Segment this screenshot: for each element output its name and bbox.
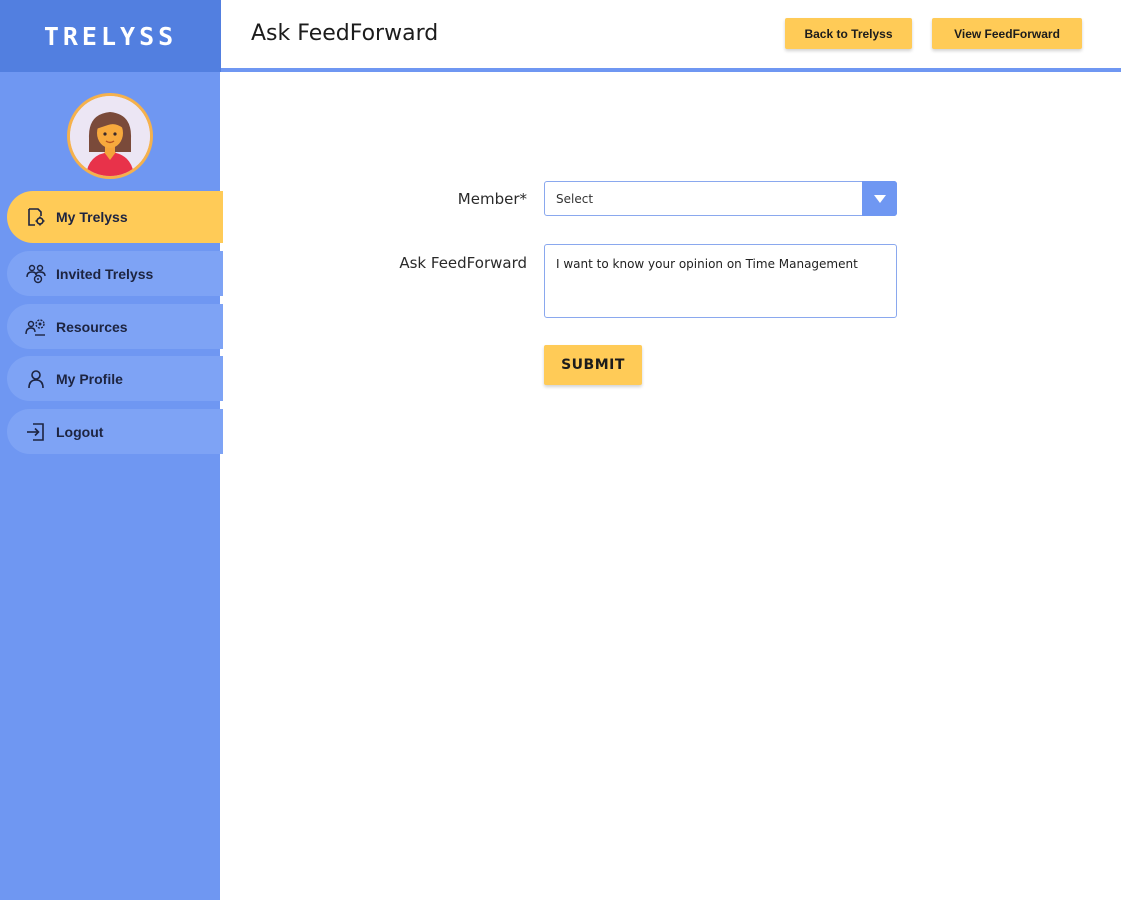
page-title: Ask FeedForward [251, 21, 439, 46]
avatar-woman-icon [70, 96, 150, 176]
sidebar-lower-panel [0, 513, 219, 900]
avatar[interactable] [67, 93, 153, 179]
member-label: Member* [457, 190, 527, 208]
sidebar-item-my-trelyss[interactable]: My Trelyss [7, 191, 223, 243]
document-gear-icon [24, 205, 48, 229]
ask-feedforward-label: Ask FeedForward [399, 254, 527, 272]
view-feedforward-button[interactable]: View FeedForward [932, 18, 1082, 49]
brand-bar: TRELYSS [0, 0, 221, 72]
back-to-trelyss-button[interactable]: Back to Trelyss [785, 18, 912, 49]
sidebar-item-invited-trelyss[interactable]: Invited Trelyss [7, 251, 223, 296]
submit-button[interactable]: SUBMIT [544, 345, 642, 385]
sidebar-item-label: Logout [56, 423, 104, 440]
sidebar-item-my-profile[interactable]: My Profile [7, 356, 223, 401]
sidebar-item-label: My Trelyss [56, 209, 128, 225]
team-gear-icon [24, 262, 48, 286]
member-select[interactable]: Select [544, 181, 897, 216]
member-select-value: Select [556, 191, 594, 206]
chevron-down-icon[interactable] [862, 181, 897, 216]
sidebar-item-resources[interactable]: Resources [7, 304, 223, 349]
sidebar-item-label: My Profile [56, 370, 123, 387]
sidebar-item-logout[interactable]: Logout [7, 409, 223, 454]
brand-logo-text[interactable]: TRELYSS [44, 22, 177, 51]
header-divider [221, 68, 1121, 72]
user-icon [24, 367, 48, 391]
people-gear-icon [24, 315, 48, 339]
sidebar-item-label: Invited Trelyss [56, 265, 154, 282]
logout-icon [24, 420, 48, 444]
ask-feedforward-textarea[interactable]: I want to know your opinion on Time Mana… [544, 244, 897, 318]
sidebar-item-label: Resources [56, 318, 128, 335]
